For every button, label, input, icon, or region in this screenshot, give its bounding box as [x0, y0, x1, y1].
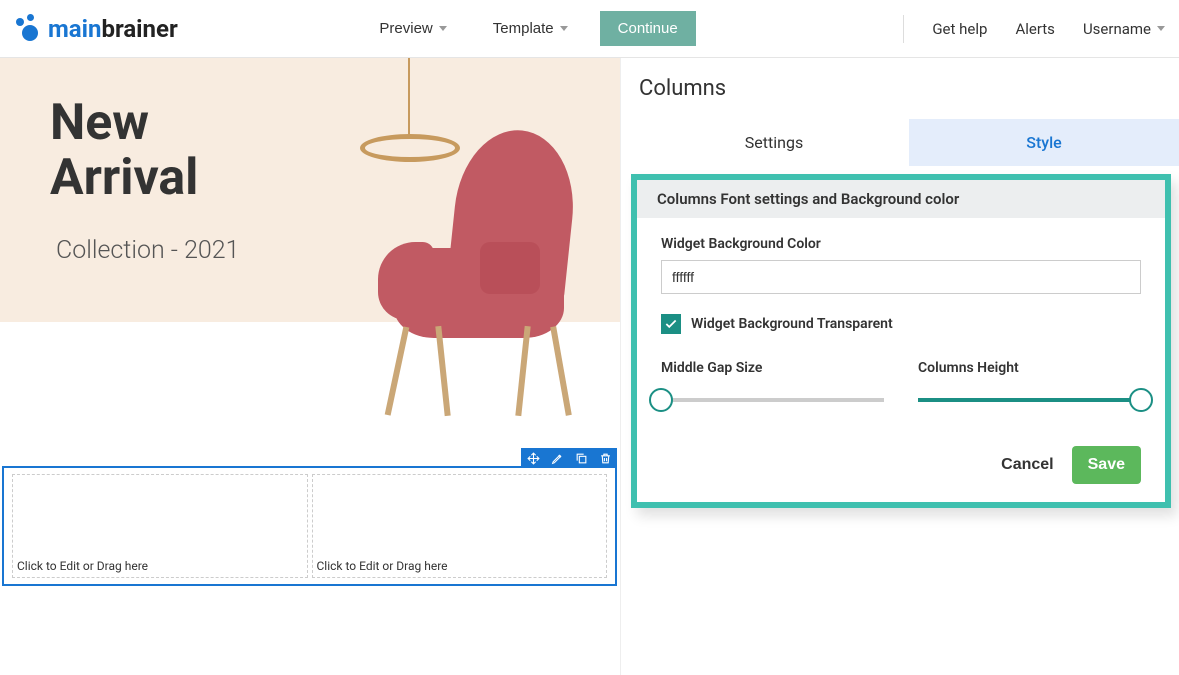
- save-button[interactable]: Save: [1072, 446, 1141, 484]
- style-section-header: Columns Font settings and Background col…: [637, 180, 1165, 218]
- username-menu[interactable]: Username: [1083, 20, 1165, 38]
- bg-color-label: Widget Background Color: [661, 236, 1141, 252]
- tab-settings[interactable]: Settings: [639, 119, 909, 166]
- transparent-checkbox[interactable]: [661, 314, 681, 334]
- tab-style[interactable]: Style: [909, 119, 1179, 166]
- logo[interactable]: mainbrainer: [14, 14, 178, 44]
- hero-subtitle: Collection - 2021: [56, 236, 240, 265]
- continue-button[interactable]: Continue: [600, 11, 696, 46]
- block-toolbar: [521, 448, 617, 468]
- top-center-menu: Preview Template Continue: [178, 11, 884, 46]
- separator: [903, 15, 904, 43]
- main-area: New Arrival Collection - 2021: [0, 58, 1179, 675]
- delete-icon[interactable]: [593, 448, 617, 468]
- cancel-button[interactable]: Cancel: [1001, 456, 1053, 474]
- hero-section[interactable]: New Arrival Collection - 2021: [0, 58, 620, 322]
- edit-icon[interactable]: [545, 448, 569, 468]
- editor-canvas[interactable]: New Arrival Collection - 2021: [0, 58, 620, 675]
- duplicate-icon[interactable]: [569, 448, 593, 468]
- gap-slider[interactable]: [661, 388, 884, 412]
- logo-dots-icon: [14, 14, 44, 44]
- height-slider[interactable]: [918, 388, 1141, 412]
- lamp-image: [408, 58, 410, 138]
- column-dropzone-1[interactable]: Click to Edit or Drag here: [12, 474, 308, 578]
- column-dropzone-2[interactable]: Click to Edit or Drag here: [312, 474, 608, 578]
- caret-down-icon: [560, 26, 568, 31]
- caret-down-icon: [1157, 26, 1165, 31]
- bg-color-input[interactable]: [661, 260, 1141, 294]
- gap-label: Middle Gap Size: [661, 360, 884, 376]
- check-icon: [664, 317, 678, 331]
- style-settings-box: Columns Font settings and Background col…: [631, 174, 1171, 508]
- top-right-menu: Get help Alerts Username: [903, 15, 1165, 43]
- alerts-link[interactable]: Alerts: [1015, 20, 1055, 38]
- move-icon[interactable]: [521, 448, 545, 468]
- logo-text: mainbrainer: [48, 15, 178, 43]
- preview-menu[interactable]: Preview: [365, 11, 460, 46]
- height-label: Columns Height: [918, 360, 1141, 376]
- selected-columns-block[interactable]: Click to Edit or Drag here Click to Edit…: [2, 466, 617, 586]
- panel-title: Columns: [639, 76, 1179, 101]
- get-help-link[interactable]: Get help: [932, 20, 987, 38]
- top-bar: mainbrainer Preview Template Continue Ge…: [0, 0, 1179, 58]
- transparent-label: Widget Background Transparent: [691, 316, 893, 332]
- chair-image: [366, 130, 606, 420]
- right-panel: Columns Settings Style Columns Font sett…: [620, 58, 1179, 675]
- panel-tabs: Settings Style: [639, 119, 1179, 166]
- caret-down-icon: [439, 26, 447, 31]
- template-menu[interactable]: Template: [479, 11, 582, 46]
- hero-title: New Arrival: [50, 96, 198, 206]
